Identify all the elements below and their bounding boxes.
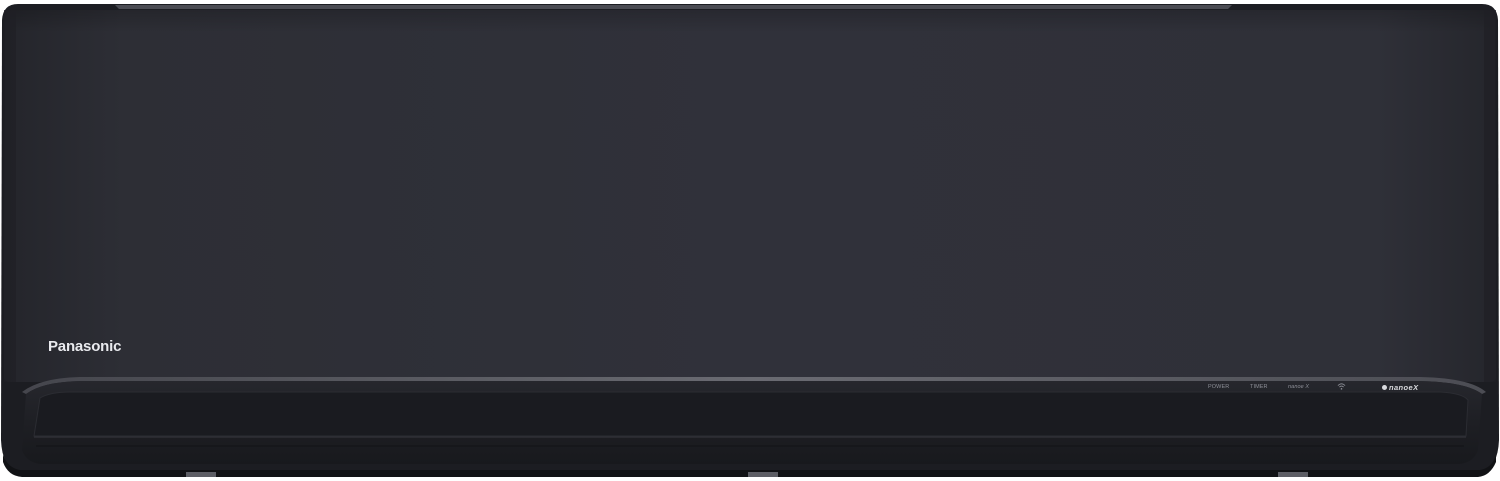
bottom-clip-left <box>186 472 216 477</box>
brand-logo: Panasonic <box>48 338 122 355</box>
louver-panel <box>33 391 1469 437</box>
bottom-clip-center <box>748 472 778 477</box>
nanoe-dot-icon <box>1382 384 1387 390</box>
bottom-clip-right <box>1278 472 1308 477</box>
top-edge <box>115 5 1232 9</box>
timer-indicator-label: TIMER <box>1250 384 1268 390</box>
nanoe-indicator-label: nanoe X <box>1288 384 1310 390</box>
air-conditioner-photo: Panasonic POWER TIMER nanoe X nanoeX <box>0 0 1500 481</box>
nanoe-logo-text: nanoeX <box>1389 382 1419 392</box>
nanoe-x-logo: nanoeX <box>1382 382 1419 392</box>
power-indicator-label: POWER <box>1208 384 1230 390</box>
wifi-icon <box>1337 383 1346 390</box>
indoor-unit-body <box>1 4 1499 477</box>
